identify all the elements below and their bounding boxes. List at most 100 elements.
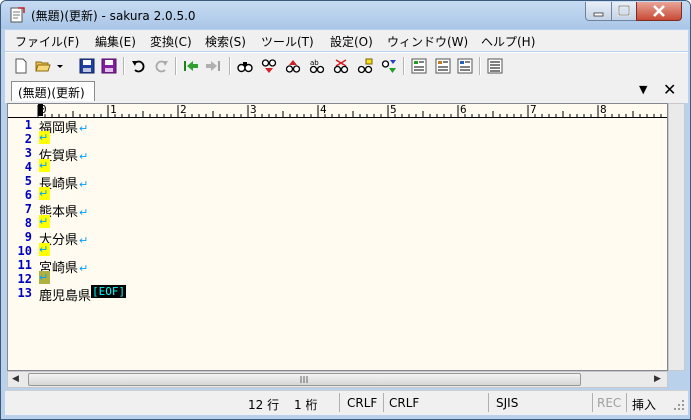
- function-list-icon[interactable]: [435, 58, 451, 74]
- menu-tools[interactable]: ツール(T): [261, 33, 314, 50]
- new-file-icon[interactable]: [13, 58, 29, 74]
- menu-file[interactable]: ファイル(F): [15, 33, 79, 50]
- scroll-left-icon[interactable]: ◀: [12, 374, 19, 384]
- text-line: ↵: [39, 131, 50, 146]
- status-divider: [626, 393, 627, 412]
- line-number: 8: [24, 216, 32, 230]
- title-bar[interactable]: (無題)(更新) - sakura 2.0.5.0: [1, 1, 690, 29]
- bookmark-icon[interactable]: [357, 58, 373, 74]
- save-all-icon[interactable]: [101, 58, 117, 74]
- newline-mark: ↵: [79, 234, 89, 247]
- ruler-ticks: [37, 105, 662, 117]
- status-divider: [383, 393, 384, 412]
- horizontal-scroll-thumb[interactable]: [28, 373, 581, 386]
- toolbar-separator: [403, 57, 405, 75]
- window-title: (無題)(更新) - sakura 2.0.5.0: [31, 9, 196, 23]
- jump-forward-icon[interactable]: [205, 58, 221, 74]
- sakura-app-icon: [10, 7, 25, 23]
- ruler-mark: 1: [110, 103, 117, 116]
- line-number: 3: [24, 146, 32, 160]
- maximize-icon: [617, 4, 631, 17]
- redo-icon[interactable]: [153, 58, 169, 74]
- open-file-icon[interactable]: [35, 58, 51, 74]
- ruler-mark: 3: [250, 103, 257, 116]
- newline-mark: ↵: [79, 262, 89, 275]
- status-encoding[interactable]: SJIS: [496, 396, 518, 410]
- search-icon[interactable]: [237, 58, 253, 74]
- text-line: 鹿児島県[EOF]: [39, 285, 127, 304]
- status-line: 12 行: [248, 398, 280, 412]
- line-number: 6: [24, 188, 32, 202]
- tag-jump-icon[interactable]: [457, 58, 473, 74]
- newline-mark: ↵: [39, 271, 50, 284]
- minimize-button[interactable]: [585, 2, 612, 21]
- menu-settings[interactable]: 設定(O): [330, 33, 373, 50]
- maximize-button[interactable]: [611, 2, 637, 21]
- minimize-icon: [593, 12, 604, 17]
- status-eol[interactable]: CRLF: [347, 396, 377, 410]
- svg-text:ab: ab: [310, 59, 319, 67]
- line-number: 13: [17, 286, 32, 300]
- text-line: ↵: [39, 187, 50, 202]
- tab-document[interactable]: (無題)(更新): [11, 81, 95, 101]
- ruler-mark: 7: [530, 103, 537, 116]
- status-rec: REC: [597, 396, 622, 410]
- status-divider: [592, 393, 593, 412]
- toolbar-separator: [123, 57, 125, 75]
- undo-icon[interactable]: [131, 58, 147, 74]
- find-prev-icon[interactable]: [285, 58, 301, 74]
- vertical-scrollbar[interactable]: [668, 103, 685, 371]
- toolbar-separator: [479, 57, 481, 75]
- newline-mark: ↵: [39, 159, 50, 172]
- outline-icon[interactable]: [411, 58, 427, 74]
- search-marks-icon[interactable]: [381, 58, 397, 74]
- menu-help[interactable]: ヘルプ(H): [481, 33, 535, 50]
- text-line: ↵: [39, 243, 50, 258]
- newline-mark: ↵: [79, 178, 89, 191]
- open-dropdown-icon[interactable]: [55, 58, 65, 74]
- status-eol-input[interactable]: CRLF: [389, 396, 419, 410]
- newline-mark: ↵: [39, 215, 50, 228]
- line-text: 鹿児島県: [39, 289, 92, 304]
- horizontal-scrollbar[interactable]: ◀ ▶: [7, 371, 668, 388]
- app-window: (無題)(更新) - sakura 2.0.5.0 ファイル(F) 編集(E) …: [0, 0, 691, 420]
- text-line: ↵: [39, 159, 50, 174]
- line-number: 9: [24, 230, 32, 244]
- menu-window[interactable]: ウィンドウ(W): [387, 33, 468, 50]
- status-column: 1 桁: [294, 398, 318, 412]
- ruler-mark: 0: [40, 103, 47, 116]
- newline-mark: ↵: [79, 206, 89, 219]
- scroll-right-icon[interactable]: ▶: [654, 374, 661, 384]
- toolbar: ab: [5, 52, 688, 79]
- line-number: 7: [24, 202, 32, 216]
- text-editor[interactable]: 0 1 2 3 4 5 6 7 8 1 2 3 4 5 6 7 8 9 10 1…: [7, 103, 668, 371]
- menu-convert[interactable]: 変換(C): [150, 33, 192, 50]
- menu-edit[interactable]: 編集(E): [95, 33, 136, 50]
- status-insert-mode[interactable]: 挿入: [632, 396, 656, 413]
- tab-list-dropdown-icon[interactable]: ▼: [639, 83, 647, 96]
- replace-icon[interactable]: ab: [309, 58, 325, 74]
- settings-icon[interactable]: [487, 58, 503, 74]
- eof-marker: [EOF]: [91, 285, 127, 298]
- jump-back-icon[interactable]: [183, 58, 199, 74]
- text-line: ↵: [39, 271, 50, 286]
- newline-mark: ↵: [39, 131, 50, 144]
- menu-search[interactable]: 検索(S): [205, 33, 246, 50]
- text-line: ↵: [39, 215, 50, 230]
- line-number: 12: [17, 272, 32, 286]
- resize-grip-icon[interactable]: [673, 399, 685, 411]
- line-number: 4: [24, 160, 32, 174]
- ruler-mark: 2: [180, 103, 187, 116]
- ruler-mark: 8: [600, 103, 607, 116]
- tab-close-icon[interactable]: ✕: [663, 80, 676, 99]
- line-number: 11: [17, 258, 32, 272]
- ruler-mark: 6: [460, 103, 467, 116]
- newline-mark: ↵: [79, 122, 89, 135]
- close-icon: [653, 5, 665, 17]
- grep-icon[interactable]: [333, 58, 349, 74]
- close-window-button[interactable]: [636, 2, 682, 21]
- save-icon[interactable]: [79, 58, 95, 74]
- line-number: 10: [17, 244, 32, 258]
- find-next-icon[interactable]: [261, 58, 277, 74]
- tab-bar: (無題)(更新) ▼ ✕: [5, 79, 688, 103]
